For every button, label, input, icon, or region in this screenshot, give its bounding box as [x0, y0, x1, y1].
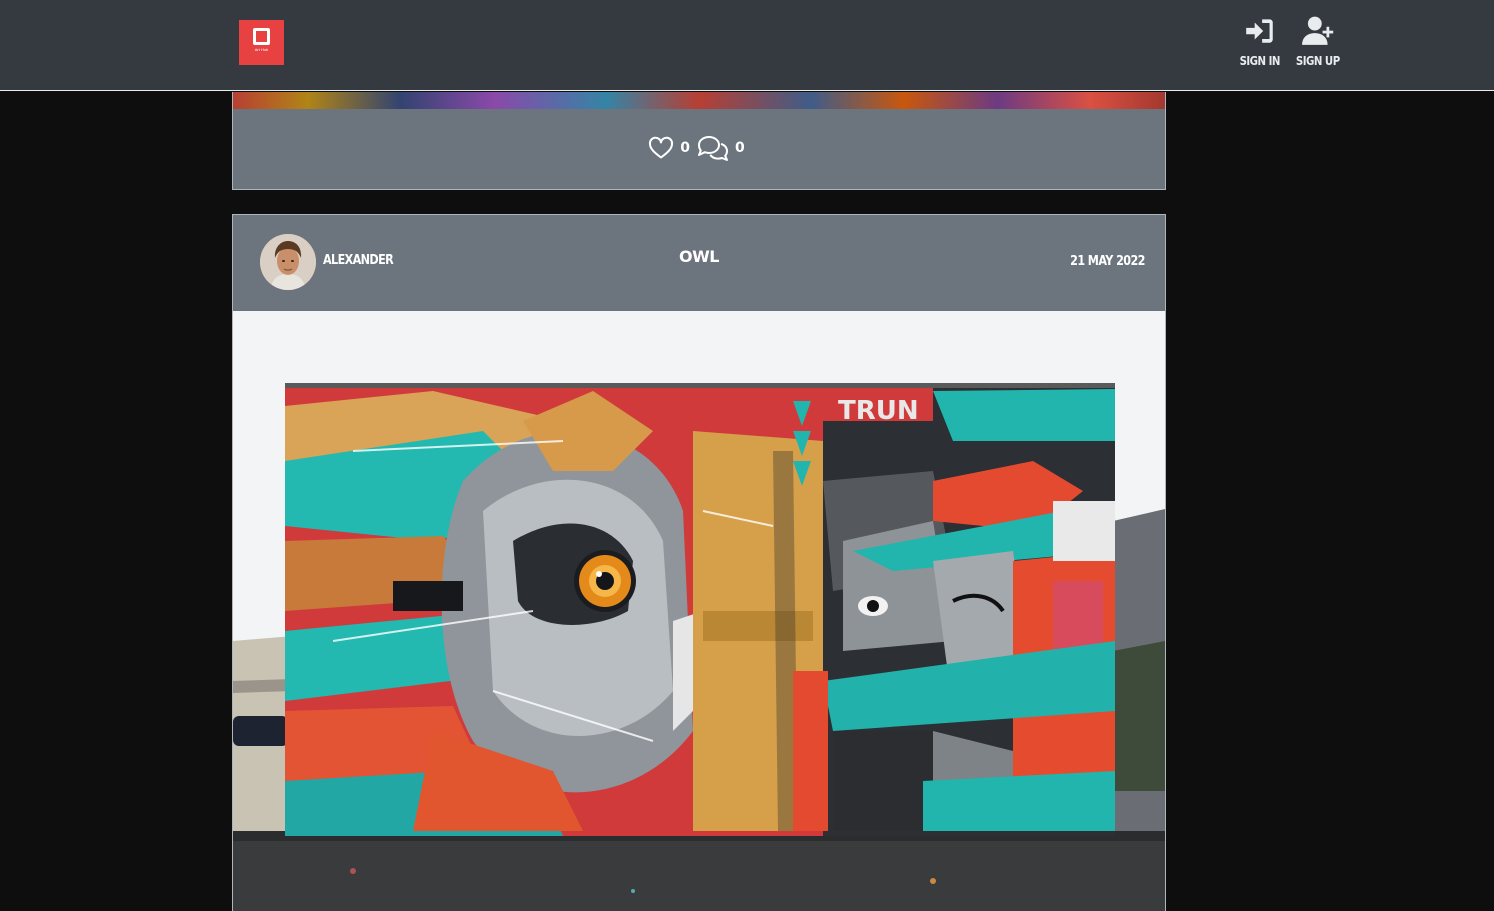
sign-up-link[interactable]: SIGN UP	[1292, 14, 1344, 68]
previous-post-image[interactable]	[233, 92, 1165, 109]
post-date: 21 MAY 2022	[1070, 254, 1145, 269]
post-image[interactable]: TRUN	[233, 311, 1165, 911]
comment-button[interactable]: 0	[696, 134, 751, 162]
comment-count: 0	[735, 140, 745, 156]
logo-text: Art Hub	[254, 47, 269, 52]
post-header: ALEXANDER OWL 21 MAY 2022	[233, 215, 1165, 311]
like-count: 0	[680, 140, 690, 156]
sign-in-label: SIGN IN	[1239, 54, 1281, 68]
like-button[interactable]: 0	[647, 134, 696, 162]
owl-mural-image: TRUN	[233, 311, 1165, 911]
sign-in-icon	[1245, 19, 1273, 43]
art-hub-logo[interactable]: Art Hub	[239, 20, 284, 65]
previous-post-card: 0 0	[232, 92, 1166, 190]
previous-post-reactions: 0 0	[233, 134, 1165, 162]
top-navbar: Art Hub SIGN IN SIGN UP	[0, 0, 1494, 91]
comments-icon	[698, 136, 728, 161]
post-title: OWL	[679, 247, 719, 266]
sign-up-label: SIGN UP	[1295, 54, 1340, 68]
sign-in-link[interactable]: SIGN IN	[1236, 14, 1284, 68]
svg-text:TRUN: TRUN	[838, 396, 919, 426]
heart-icon	[649, 136, 674, 159]
post-card: ALEXANDER OWL 21 MAY 2022 TRUN	[232, 214, 1166, 911]
logo-square-icon	[253, 28, 270, 45]
user-plus-icon	[1301, 16, 1333, 45]
